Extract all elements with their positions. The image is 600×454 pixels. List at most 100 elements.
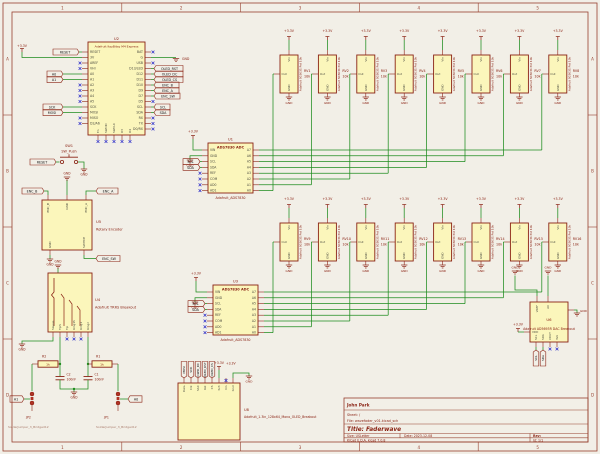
- power-3v3-label: +3.3V: [438, 29, 449, 33]
- pot-pin-name: Out: [320, 240, 326, 244]
- dac-pin-name: SDA: [541, 334, 545, 340]
- adc-pin-name: A2: [252, 319, 256, 323]
- c1-ref: C1: [95, 373, 99, 377]
- trrs-pin-name: Sleeve: [51, 320, 55, 330]
- frame-col-label: 2: [180, 445, 183, 450]
- global-label-text: SDA: [541, 355, 545, 361]
- power-3v3-label: +3.3V: [438, 197, 449, 201]
- adc-pin-name: COM: [215, 319, 223, 323]
- adc-pin-name: SDA: [215, 307, 222, 311]
- pot-pin-name: GND: [441, 84, 445, 91]
- gnd-label: GND: [70, 396, 78, 400]
- global-label-text: ENC_B: [27, 189, 38, 193]
- pot-pin-name: Vin: [325, 57, 329, 62]
- oled-pin-name: 3v3: [217, 385, 221, 390]
- jp1-pad: [116, 392, 120, 396]
- pot-part-text: Adafruit SC6031 Pot 10k: [567, 225, 571, 260]
- pot-pin-name: Vin: [402, 225, 406, 230]
- mcu-pin-name: SCL: [137, 105, 143, 109]
- adc-pin-name: A6: [247, 154, 251, 158]
- pot-pin-name: Vin: [479, 57, 483, 62]
- gnd-label: GND: [545, 266, 553, 270]
- wire: [78, 162, 84, 169]
- pot-value: 10k: [381, 75, 387, 79]
- schematic-sheet: 1122334455AABBCCDDU2Adafruit ItsyBitsy M…: [0, 0, 600, 454]
- encoder-value: Rotary Encoder: [96, 228, 123, 232]
- adc-pin-name: A3: [247, 171, 251, 175]
- adc-pin-name: GND: [210, 154, 218, 158]
- adc-pin-name: SCL: [210, 160, 216, 164]
- adc-pin-name: AD0: [210, 183, 216, 187]
- dac-pin-name: VREF: [535, 305, 539, 313]
- oled-value: Adafruit_1.3in_128x64_Mono_OLED_Breakout: [244, 415, 317, 419]
- pot-part-text: Adafruit SC6031 Pot 10k: [299, 225, 303, 260]
- gnd-label: GND: [324, 101, 332, 105]
- global-label-text: A0: [52, 72, 56, 76]
- pot-ref: RV3: [381, 69, 387, 73]
- pot-pin-name: GND: [479, 84, 483, 91]
- pot-ref: RV13: [458, 237, 467, 241]
- wire: [86, 191, 96, 195]
- oled-pin-name: SA0: [196, 385, 200, 391]
- pot-part-text: Adafruit SC6031 Pot 10k: [452, 57, 456, 92]
- pot-value: 10k: [342, 243, 348, 247]
- pot-pin-name: Vin: [441, 57, 445, 62]
- global-label-text: OLED_DC: [196, 363, 200, 377]
- gnd-label: GND: [54, 260, 62, 264]
- pot-ref: RV2: [342, 69, 348, 73]
- pot-ref: RV11: [381, 237, 390, 241]
- pot-pin-name: GND: [364, 84, 368, 91]
- mcu-pin-name: D10: [136, 83, 143, 87]
- c2-ref: C2: [67, 373, 71, 377]
- pot-value: 10k: [342, 75, 348, 79]
- frame-col-label: 4: [418, 445, 421, 450]
- adc-pin-name: A5: [247, 160, 251, 164]
- mcu-pin-name: MISO: [90, 116, 99, 120]
- pot-pin-name: GND: [441, 252, 445, 259]
- dac-pin-name: SCL: [534, 334, 538, 340]
- pot-value: 10k: [381, 243, 387, 247]
- gnd-label: GND: [439, 269, 447, 273]
- pot-pin-name: GND: [517, 252, 521, 259]
- gnd-label: GND: [46, 263, 54, 267]
- pot-part-text: Adafruit SC6031 Pot 10k: [529, 57, 533, 92]
- pot-pin-name: GND: [287, 84, 291, 91]
- pot-pin-name: Vin: [556, 57, 560, 62]
- pot-part-text: Adafruit SC6031 Pot 10k: [414, 57, 418, 92]
- frame-col-label: 4: [418, 6, 421, 11]
- encoder-pin-name: ENC_A: [84, 203, 88, 212]
- adc-pin-name: SDA: [210, 165, 217, 169]
- pot-value: 10k: [419, 75, 425, 79]
- frame-row-label: A: [6, 57, 9, 62]
- pot-ref: RV4: [419, 69, 425, 73]
- pot-ref: RV7: [534, 69, 540, 73]
- global-label-text: OLED_RST: [203, 362, 207, 377]
- sw1-value: SW_Push: [61, 150, 76, 154]
- adc-pin-name: A0: [247, 189, 251, 193]
- gnd-label: GND: [80, 173, 88, 177]
- dac-pin-name: VOUT: [548, 332, 552, 340]
- gnd-label: GND: [478, 269, 486, 273]
- switch-contact: [74, 160, 77, 163]
- sw1-ref: SW1: [65, 144, 73, 148]
- pot-pin-name: Out: [282, 240, 288, 244]
- mcu-pin-name: D12: [136, 72, 143, 76]
- power-3v3-label: +3.3V: [476, 29, 487, 33]
- dac-pin-name: VDD: [532, 330, 538, 334]
- adc-ref: U3: [233, 279, 239, 284]
- pot-value: 10k: [534, 75, 540, 79]
- pot-part-text: Adafruit SC6031 Pot 10k: [375, 57, 379, 92]
- gnd-label: GND: [401, 101, 409, 105]
- title-id: Id: 1/1: [533, 438, 543, 442]
- pot-pin-name: Vin: [364, 225, 368, 230]
- pot-ref: RV15: [534, 237, 543, 241]
- pot-part-text: Adafruit SC6031 Pot 10k: [375, 225, 379, 260]
- wire: [84, 255, 96, 259]
- wire: [44, 191, 48, 195]
- adc-pin-name: A7: [252, 290, 256, 294]
- encoder-pin-name: GND: [65, 202, 69, 209]
- pot-part-text: Adafruit SC6031 Pot 10k: [491, 225, 495, 260]
- c1-value: 100nF: [95, 378, 105, 382]
- global-label-text: A0: [134, 398, 138, 402]
- gnd-label: GND: [516, 101, 524, 105]
